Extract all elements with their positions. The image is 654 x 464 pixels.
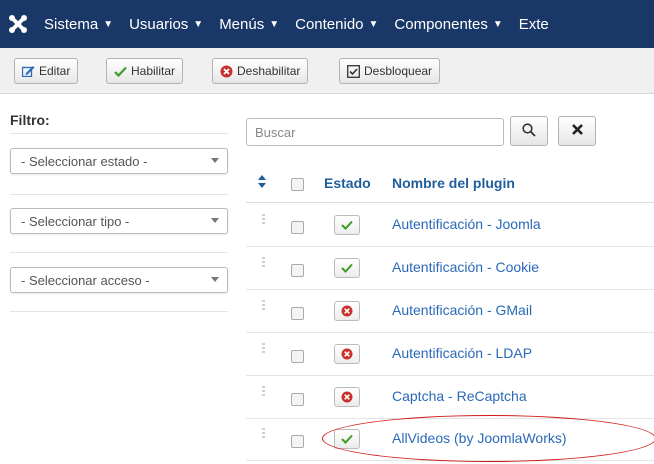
plugin-name-link[interactable]: AllVideos (by JoomlaWorks) xyxy=(392,430,567,446)
select-type[interactable]: - Seleccionar tipo - xyxy=(10,208,228,234)
table-row: Captcha - ReCaptcha xyxy=(246,376,654,419)
menu-menus[interactable]: Menús ▼ xyxy=(211,0,287,48)
plugin-name-link[interactable]: Autentificación - LDAP xyxy=(392,345,532,361)
remove-circle-icon xyxy=(341,305,353,317)
menu-menus-label: Menús xyxy=(219,15,265,33)
menu-sistema[interactable]: Sistema ▼ xyxy=(36,0,121,48)
toolbar: Editar Habilitar Deshabilitar Desbloquea… xyxy=(0,48,654,94)
drag-handle-icon[interactable] xyxy=(262,343,266,355)
edit-icon xyxy=(22,65,35,77)
menu-componentes-label: Componentes xyxy=(394,15,488,33)
drag-handle-icon[interactable] xyxy=(262,300,266,312)
search-icon xyxy=(522,122,536,140)
menu-sistema-label: Sistema xyxy=(44,15,99,33)
enable-button-label: Habilitar xyxy=(131,64,176,78)
table-row: Autentificación - Joomla xyxy=(246,204,654,247)
status-enabled-button[interactable] xyxy=(334,258,360,278)
divider xyxy=(10,133,228,134)
row-checkbox[interactable] xyxy=(291,350,304,363)
divider xyxy=(10,194,228,195)
remove-circle-icon xyxy=(341,391,353,403)
drag-handle-icon[interactable] xyxy=(262,386,266,398)
menu-extensiones[interactable]: Exte xyxy=(511,0,557,48)
table-header: Estado Nombre del plugin xyxy=(246,163,654,203)
search-button[interactable] xyxy=(510,116,548,146)
check-icon xyxy=(341,434,353,444)
drag-handle-icon[interactable] xyxy=(262,257,266,269)
check-icon xyxy=(341,220,353,230)
menu-extensiones-label: Exte xyxy=(518,15,549,33)
chevron-down-icon xyxy=(211,158,219,163)
filter-heading: Filtro: xyxy=(10,112,50,128)
table-row: Autentificación - Cookie xyxy=(246,247,654,290)
divider xyxy=(10,252,228,253)
drag-handle-icon[interactable] xyxy=(262,214,266,226)
close-icon xyxy=(571,123,584,139)
select-access[interactable]: - Seleccionar acceso - xyxy=(10,267,228,293)
menu-usuarios[interactable]: Usuarios ▼ xyxy=(121,0,211,48)
select-access-value: - Seleccionar acceso - xyxy=(21,272,150,288)
caret-down-icon: ▼ xyxy=(103,18,114,30)
check-icon xyxy=(341,263,353,273)
menu-componentes[interactable]: Componentes ▼ xyxy=(386,0,510,48)
status-disabled-button[interactable] xyxy=(334,387,360,407)
edit-button[interactable]: Editar xyxy=(14,58,79,84)
status-disabled-button[interactable] xyxy=(334,344,360,364)
column-header-status[interactable]: Estado xyxy=(324,175,371,191)
menu-usuarios-label: Usuarios xyxy=(129,15,189,33)
status-enabled-button[interactable] xyxy=(334,429,360,449)
check-icon xyxy=(114,66,127,77)
search-placeholder: Buscar xyxy=(255,124,296,140)
select-type-value: - Seleccionar tipo - xyxy=(21,213,130,229)
remove-circle-icon xyxy=(341,348,353,360)
plugin-name-link[interactable]: Autentificación - Joomla xyxy=(392,216,541,232)
caret-down-icon: ▼ xyxy=(368,18,379,30)
caret-down-icon: ▼ xyxy=(269,18,280,30)
disable-button-label: Deshabilitar xyxy=(237,64,301,78)
chevron-down-icon xyxy=(211,277,219,282)
joomla-logo-icon[interactable] xyxy=(0,0,36,48)
unlock-button-label: Desbloquear xyxy=(364,64,433,78)
row-checkbox[interactable] xyxy=(291,264,304,277)
plugin-name-link[interactable]: Captcha - ReCaptcha xyxy=(392,388,527,404)
plugin-name-link[interactable]: Autentificación - GMail xyxy=(392,302,532,318)
caret-down-icon: ▼ xyxy=(492,18,503,30)
table-row: AllVideos (by JoomlaWorks) xyxy=(246,418,654,461)
plugin-name-link[interactable]: Autentificación - Cookie xyxy=(392,259,539,275)
status-enabled-button[interactable] xyxy=(334,215,360,235)
unlock-button[interactable]: Desbloquear xyxy=(339,58,441,84)
edit-button-label: Editar xyxy=(39,64,71,78)
menu-contenido-label: Contenido xyxy=(295,15,364,33)
select-state-value: - Seleccionar estado - xyxy=(21,153,148,169)
top-navbar: Sistema ▼ Usuarios ▼ Menús ▼ Contenido ▼… xyxy=(0,0,654,48)
checkbox-checked-icon xyxy=(347,64,360,78)
remove-circle-icon xyxy=(220,65,233,78)
column-header-name[interactable]: Nombre del plugin xyxy=(392,175,515,191)
divider xyxy=(10,311,228,312)
chevron-down-icon xyxy=(211,218,219,223)
status-disabled-button[interactable] xyxy=(334,301,360,321)
enable-button[interactable]: Habilitar xyxy=(106,58,184,84)
row-checkbox[interactable] xyxy=(291,393,304,406)
table-row: Autentificación - LDAP xyxy=(246,333,654,376)
drag-handle-icon[interactable] xyxy=(262,428,266,440)
select-state[interactable]: - Seleccionar estado - xyxy=(10,148,228,174)
row-checkbox[interactable] xyxy=(291,221,304,234)
disable-button[interactable]: Deshabilitar xyxy=(212,58,309,84)
row-checkbox[interactable] xyxy=(291,307,304,320)
row-checkbox[interactable] xyxy=(291,435,304,448)
select-all-checkbox[interactable] xyxy=(291,178,304,191)
clear-search-button[interactable] xyxy=(558,116,596,146)
menu-contenido[interactable]: Contenido ▼ xyxy=(287,0,386,48)
caret-down-icon: ▼ xyxy=(193,18,204,30)
table-row: Autentificación - GMail xyxy=(246,290,654,333)
search-input[interactable]: Buscar xyxy=(246,118,504,146)
sort-arrows-icon[interactable] xyxy=(258,175,266,191)
